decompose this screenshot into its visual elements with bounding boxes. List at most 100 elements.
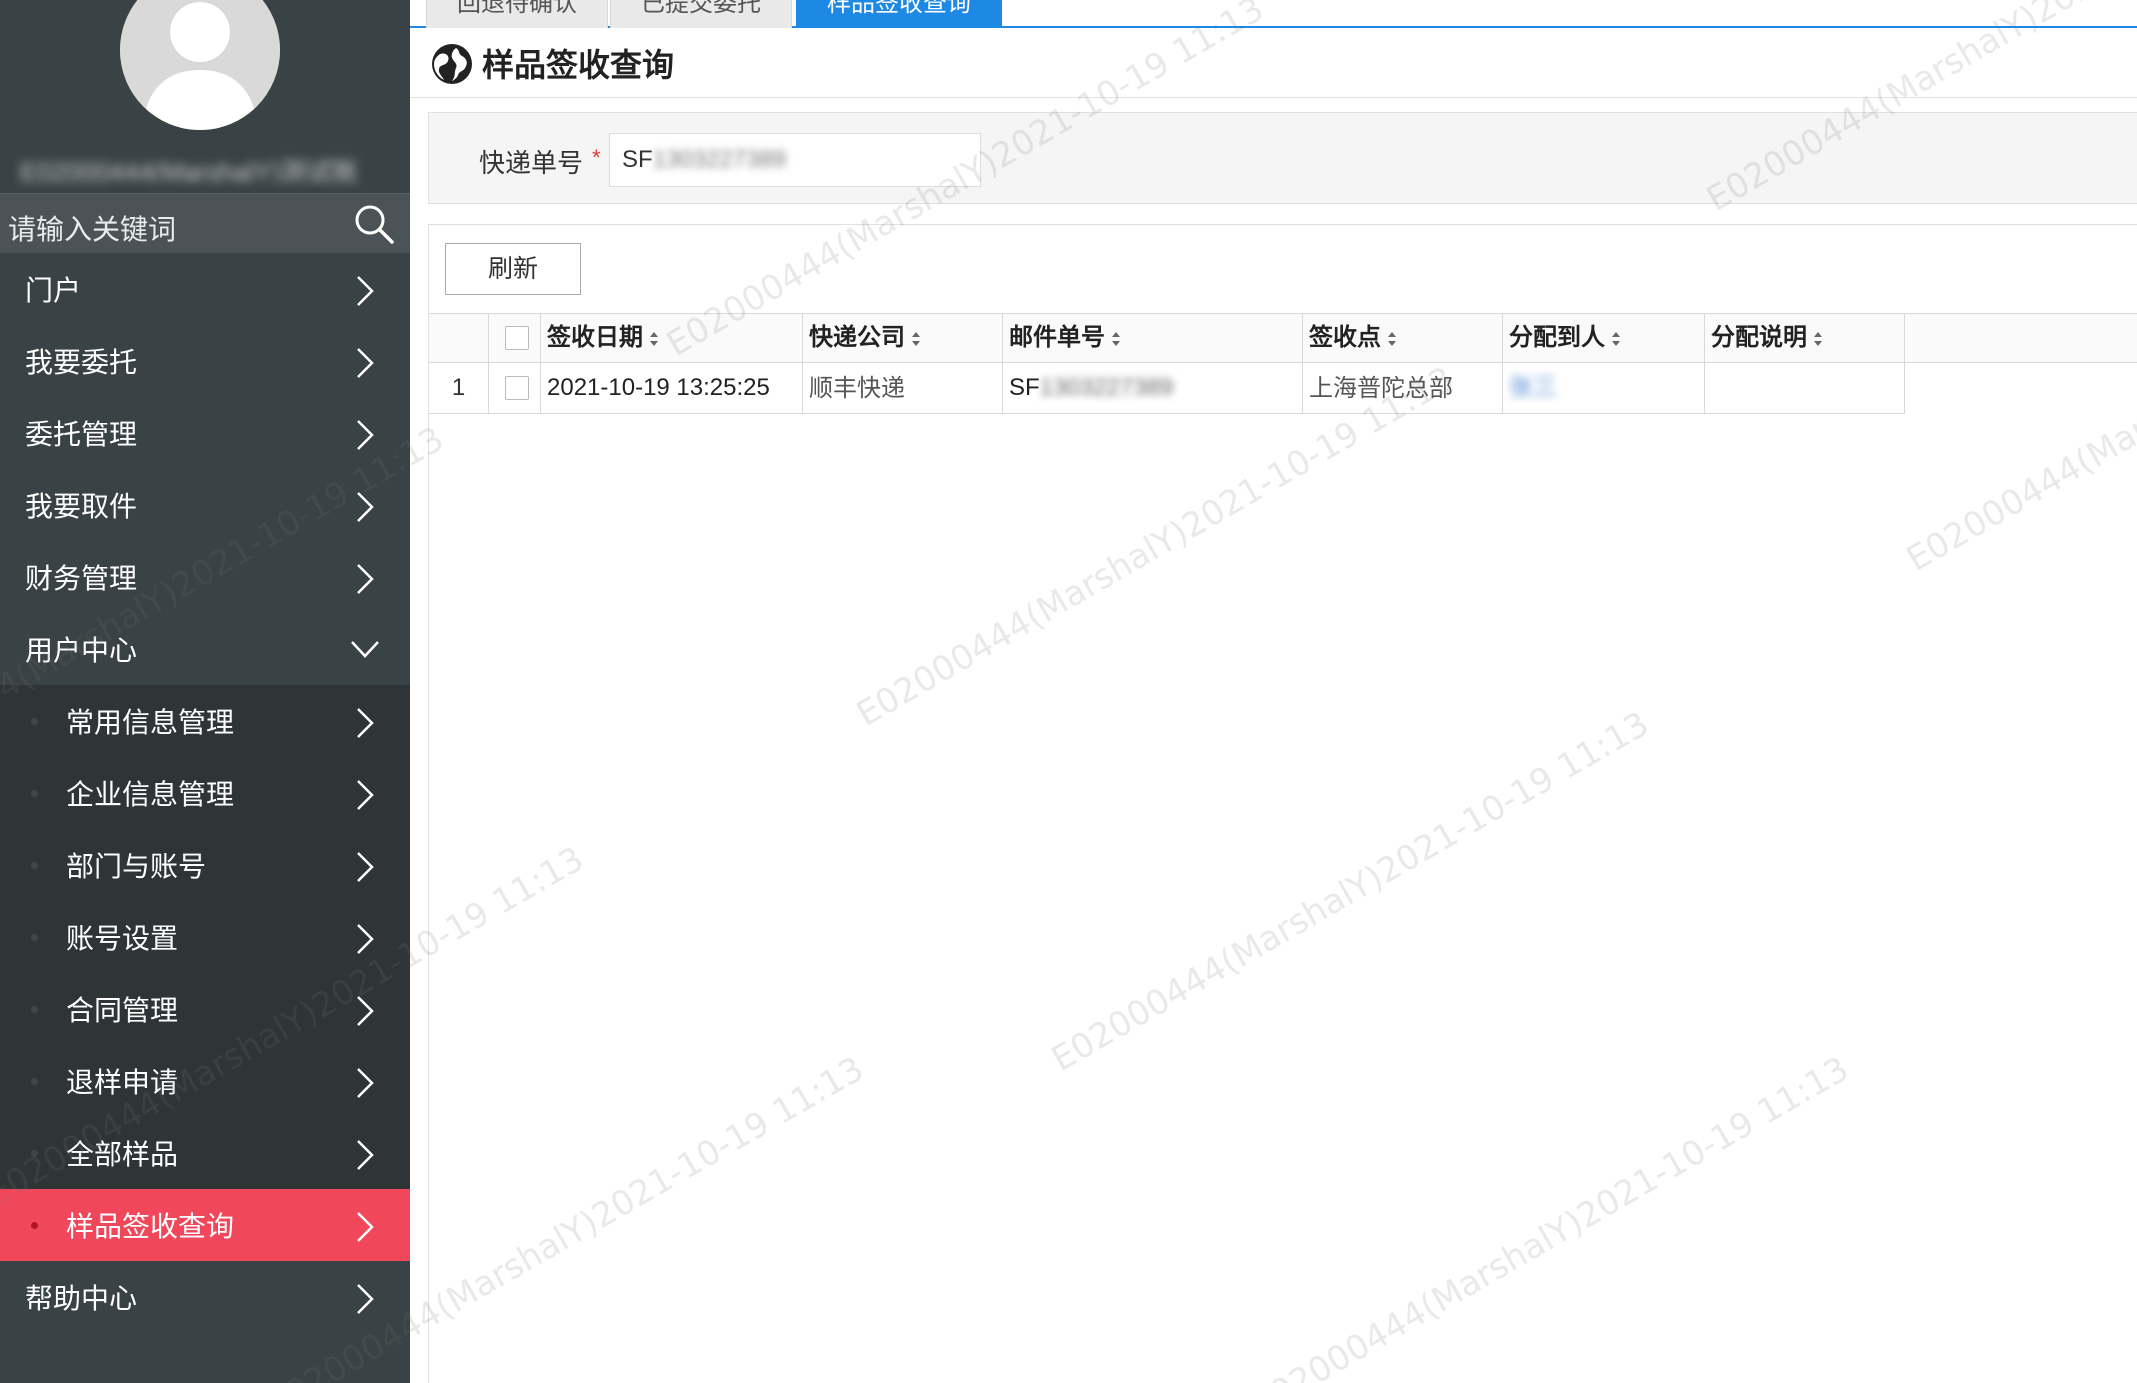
sidebar-item-label: 企业信息管理	[66, 779, 235, 810]
chevron-right-icon	[357, 564, 374, 594]
sidebar-item-label: 我要委托	[25, 347, 138, 378]
sidebar-search[interactable]: 请输入关键词	[0, 193, 410, 253]
sidebar-item-label: 用户中心	[25, 635, 138, 666]
row-checkbox[interactable]	[505, 376, 529, 400]
sidebar-item-user-center[interactable]: 用户中心	[0, 613, 410, 685]
sidebar-item-help-center[interactable]: 帮助中心	[0, 1261, 410, 1333]
tab-bar: 回退待确认 已提交委托 样品签收查询	[410, 0, 2137, 28]
sidebar-item-label: 财务管理	[25, 563, 138, 594]
sidebar-item-common-info[interactable]: 常用信息管理	[0, 685, 410, 757]
search-placeholder[interactable]: 请输入关键词	[8, 208, 176, 248]
sort-icon[interactable]	[1813, 331, 1823, 347]
sidebar-item-label: 合同管理	[66, 995, 179, 1026]
sort-icon[interactable]	[1111, 331, 1121, 347]
column-header-tracking[interactable]: 邮件单号	[1003, 314, 1303, 364]
row-select-cell	[489, 364, 541, 414]
column-header-assignee[interactable]: 分配到人	[1503, 314, 1705, 364]
tab-sample-receipt[interactable]: 样品签收查询	[796, 0, 1002, 28]
sort-icon[interactable]	[1387, 331, 1397, 347]
row-assignee: 张三	[1503, 364, 1705, 414]
avatar[interactable]	[120, 0, 280, 130]
sidebar-item-label: 门户	[25, 275, 82, 306]
table-row[interactable]: 1 2021-10-19 13:25:25 顺丰快递 SF1303227389 …	[429, 364, 2137, 414]
page-title: 样品签收查询	[482, 47, 675, 83]
main-content: 回退待确认 已提交委托 样品签收查询 样品签收查询 快递单号 * SF13032…	[410, 0, 2137, 1383]
row-company: 顺丰快递	[803, 364, 1003, 414]
bullet-icon	[31, 718, 38, 725]
chevron-right-icon	[357, 924, 374, 954]
sidebar-item-all-samples[interactable]: 全部样品	[0, 1117, 410, 1189]
row-site: 上海普陀总部	[1303, 364, 1503, 414]
bullet-icon	[31, 1006, 38, 1013]
user-silhouette-icon	[120, 0, 280, 130]
sidebar: E02000444(MarshalY)测试账 请输入关键词 门户我要委托委托管理…	[0, 0, 410, 1383]
tracking-number-input[interactable]: SF1303227389	[609, 133, 981, 187]
sidebar-item-pickup[interactable]: 我要取件	[0, 469, 410, 541]
sidebar-item-label: 部门与账号	[66, 851, 207, 882]
tracking-number-blurred: 1303227389	[652, 146, 787, 173]
column-header-note[interactable]: 分配说明	[1705, 314, 1905, 364]
chevron-right-icon	[357, 420, 374, 450]
sidebar-item-sample-receipt[interactable]: 样品签收查询	[0, 1189, 410, 1261]
sidebar-item-return-request[interactable]: 退样申请	[0, 1045, 410, 1117]
sidebar-item-label: 帮助中心	[25, 1283, 138, 1314]
tab-submitted[interactable]: 已提交委托	[610, 0, 792, 28]
sort-icon[interactable]	[1611, 331, 1621, 347]
table-header-row: 签收日期 快递公司 邮件单号 签收点 分配到人 分配说明	[429, 313, 2137, 364]
tab-rollback[interactable]: 回退待确认	[426, 0, 608, 28]
globe-icon	[432, 44, 472, 84]
row-date: 2021-10-19 13:25:25	[541, 364, 803, 414]
filter-panel: 快递单号 * SF1303227389	[428, 112, 2137, 204]
refresh-button[interactable]: 刷新	[445, 243, 581, 295]
sidebar-item-contracts[interactable]: 合同管理	[0, 973, 410, 1045]
sidebar-item-my-entrust[interactable]: 我要委托	[0, 325, 410, 397]
username: E02000444(MarshalY)测试账	[20, 157, 359, 182]
column-header-date[interactable]: 签收日期	[541, 314, 803, 364]
tracking-prefix: SF	[622, 146, 653, 173]
row-index: 1	[429, 364, 489, 414]
sort-icon[interactable]	[911, 331, 921, 347]
sidebar-item-account-settings[interactable]: 账号设置	[0, 901, 410, 973]
page-header: 样品签收查询	[410, 30, 2137, 98]
select-all-checkbox[interactable]	[505, 326, 529, 350]
search-icon[interactable]	[352, 202, 396, 246]
chevron-down-icon	[351, 641, 379, 658]
sidebar-item-label: 全部样品	[66, 1139, 179, 1170]
row-assignee-blurred[interactable]: 张三	[1509, 374, 1557, 401]
bullet-icon	[31, 790, 38, 797]
sidebar-item-portal[interactable]: 门户	[0, 253, 410, 325]
sidebar-item-finance[interactable]: 财务管理	[0, 541, 410, 613]
chevron-right-icon	[357, 780, 374, 810]
sidebar-nav: 门户我要委托委托管理我要取件财务管理用户中心常用信息管理 企业信息管理 部门与账号账…	[0, 253, 410, 1333]
chevron-right-icon	[357, 1140, 374, 1170]
bullet-icon	[31, 1222, 38, 1229]
bullet-icon	[31, 862, 38, 869]
column-header-company[interactable]: 快递公司	[803, 314, 1003, 364]
chevron-right-icon	[357, 1212, 374, 1242]
sidebar-item-company-info[interactable]: 企业信息管理	[0, 757, 410, 829]
sidebar-item-label: 账号设置	[66, 923, 179, 954]
sort-icon[interactable]	[649, 331, 659, 347]
sidebar-item-label: 委托管理	[25, 419, 138, 450]
chevron-right-icon	[357, 708, 374, 738]
sidebar-item-dept-accounts[interactable]: 部门与账号	[0, 829, 410, 901]
chevron-right-icon	[357, 1284, 374, 1314]
select-all-cell	[489, 314, 541, 364]
chevron-right-icon	[357, 348, 374, 378]
index-header	[429, 314, 489, 364]
sidebar-item-label: 退样申请	[66, 1067, 179, 1098]
chevron-right-icon	[357, 996, 374, 1026]
chevron-right-icon	[357, 852, 374, 882]
sidebar-item-label: 常用信息管理	[66, 707, 235, 738]
sidebar-item-entrust-management[interactable]: 委托管理	[0, 397, 410, 469]
sidebar-item-label: 我要取件	[25, 491, 138, 522]
result-panel: 刷新 签收日期 快递公司 邮件单号 签收点 分配到人 分配说明 1 2021-1…	[428, 224, 2137, 1383]
chevron-right-icon	[357, 276, 374, 306]
bullet-icon	[31, 1150, 38, 1157]
tracking-number-label: 快递单号	[479, 148, 584, 178]
required-mark: *	[592, 145, 601, 170]
bullet-icon	[31, 934, 38, 941]
row-note	[1705, 364, 1905, 414]
column-header-site[interactable]: 签收点	[1303, 314, 1503, 364]
chevron-right-icon	[357, 1068, 374, 1098]
